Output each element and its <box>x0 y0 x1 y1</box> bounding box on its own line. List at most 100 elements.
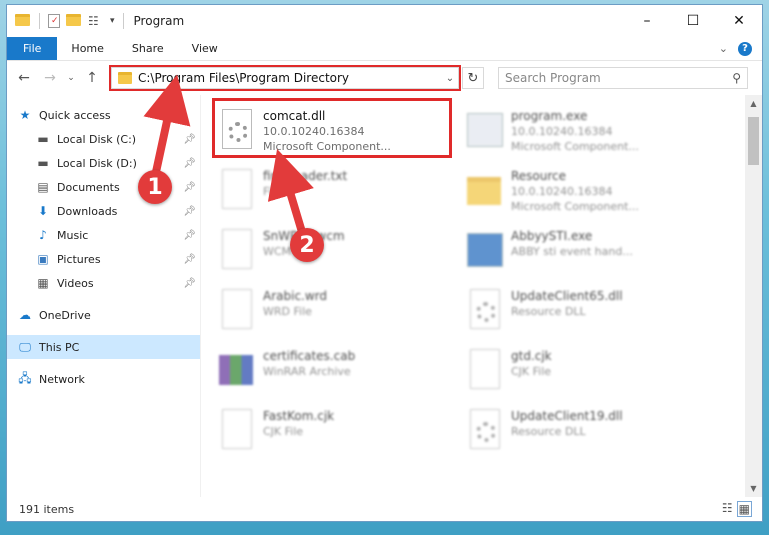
sidebar-item-quick-access[interactable]: ★ Quick access <box>7 103 200 127</box>
video-icon: ▦ <box>37 276 49 290</box>
pin-icon[interactable]: 📌︎ <box>183 158 196 169</box>
sidebar-item-music[interactable]: ♪ Music 📌︎ <box>7 223 200 247</box>
view-options-icon[interactable]: ☷ <box>88 14 104 28</box>
file-type: CJK File <box>511 365 552 378</box>
file-tile[interactable]: Resource 10.0.10240.16384 Microsoft Comp… <box>463 161 711 221</box>
address-path: C:\Program Files\Program Directory <box>138 71 350 85</box>
navigation-bar: ← → ⌄ ↑ C:\Program Files\Program Directo… <box>7 61 762 95</box>
drive-icon: ▬ <box>37 132 49 146</box>
new-folder-icon[interactable] <box>66 14 82 28</box>
file-type: File <box>263 185 282 198</box>
item-count: 191 items <box>19 502 75 516</box>
scroll-thumb[interactable] <box>748 117 759 165</box>
file-name: certificates.cab <box>263 349 356 363</box>
pin-icon[interactable]: 📌︎ <box>183 254 196 265</box>
sidebar-item-pictures[interactable]: ▣ Pictures 📌︎ <box>7 247 200 271</box>
scroll-up-icon[interactable]: ▲ <box>745 99 762 108</box>
tab-file[interactable]: File <box>7 37 58 60</box>
details-view-icon[interactable]: ☷ <box>722 501 733 517</box>
sidebar-item-downloads[interactable]: ⬇ Downloads 📌︎ <box>7 199 200 223</box>
file-tile[interactable]: fineReader.txt File <box>215 161 463 221</box>
file-tile[interactable]: FastKom.cjk CJK File <box>215 401 463 461</box>
title-bar: ✓ ☷ ▾ Program – ☐ ✕ <box>7 5 762 37</box>
exe-file-icon <box>467 229 503 273</box>
file-name: program.exe <box>511 109 588 123</box>
help-icon[interactable]: ? <box>738 41 752 56</box>
pin-icon[interactable]: 📌︎ <box>183 182 196 193</box>
dll-file-icon <box>219 109 255 153</box>
vertical-scrollbar[interactable]: ▲ ▼ <box>745 95 762 497</box>
sidebar-item-local-disk-d[interactable]: ▬ Local Disk (D:) 📌︎ <box>7 151 200 175</box>
file-icon <box>219 409 255 453</box>
file-tile[interactable]: UpdateClient65.dll Resource DLL <box>463 281 711 341</box>
ribbon-tabs: File Home Share View ⌄ ? <box>7 37 762 61</box>
file-name: Resource <box>511 169 567 183</box>
file-name: AbbyySTI.exe <box>511 229 593 243</box>
file-tile[interactable]: SnWP12.wcm WCM File <box>215 221 463 281</box>
customize-dropdown-icon[interactable]: ▾ <box>110 16 115 26</box>
drive-icon: ▬ <box>37 156 49 170</box>
file-name: fineReader.txt <box>263 169 348 183</box>
scroll-down-icon[interactable]: ▼ <box>745 484 762 493</box>
file-tile[interactable]: AbbyySTI.exe ABBY sti event hand... <box>463 221 711 281</box>
tab-view[interactable]: View <box>178 37 232 60</box>
tab-share[interactable]: Share <box>118 37 178 60</box>
dll-file-icon <box>467 409 503 453</box>
computer-icon: 🖵︎ <box>19 339 31 354</box>
refresh-button[interactable]: ↻ <box>462 67 484 89</box>
tab-home[interactable]: Home <box>57 37 117 60</box>
folder-icon <box>118 72 132 84</box>
close-button[interactable]: ✕ <box>716 5 762 37</box>
star-icon: ★ <box>19 108 31 122</box>
network-icon: 🖧︎ <box>18 370 32 385</box>
file-name: UpdateClient19.dll <box>511 409 623 423</box>
quick-access-toolbar: ✓ ☷ ▾ <box>7 13 126 29</box>
file-tile[interactable]: program.exe 10.0.10240.16384 Microsoft C… <box>463 101 711 161</box>
properties-icon[interactable]: ✓ <box>48 14 60 28</box>
sidebar-item-network[interactable]: 🖧︎ Network <box>7 367 200 391</box>
pin-icon[interactable]: 📌︎ <box>183 134 196 145</box>
music-icon: ♪ <box>39 228 47 242</box>
up-button[interactable]: ↑ <box>81 67 103 89</box>
file-name: comcat.dll <box>263 109 326 123</box>
sidebar-item-videos[interactable]: ▦ Videos 📌︎ <box>7 271 200 295</box>
file-description: Microsoft Component... <box>511 200 639 213</box>
file-version: 10.0.10240.16384 <box>511 125 613 138</box>
file-type: WinRAR Archive <box>263 365 351 378</box>
pin-icon[interactable]: 📌︎ <box>183 230 196 241</box>
search-placeholder: Search Program <box>505 71 601 85</box>
tiles-view-icon[interactable]: ▦ <box>736 501 752 517</box>
file-version: 10.0.10240.16384 <box>263 125 365 138</box>
forward-button[interactable]: → <box>39 67 61 89</box>
maximize-button[interactable]: ☐ <box>670 5 716 37</box>
sidebar-item-this-pc[interactable]: 🖵︎ This PC <box>7 335 200 359</box>
pin-icon[interactable]: 📌︎ <box>183 278 196 289</box>
file-tile[interactable]: gtd.cjk CJK File <box>463 341 711 401</box>
recent-locations-icon[interactable]: ⌄ <box>65 67 77 89</box>
status-bar: 191 items ☷ ▦ <box>7 497 762 521</box>
file-icon <box>467 349 503 393</box>
file-icon <box>219 229 255 273</box>
address-bar[interactable]: C:\Program Files\Program Directory ⌄ <box>109 65 461 91</box>
back-button[interactable]: ← <box>13 67 35 89</box>
window-title: Program <box>133 14 185 28</box>
expand-ribbon-icon[interactable]: ⌄ <box>719 42 728 55</box>
callout-step-1: 1 <box>138 170 172 204</box>
file-icon <box>219 289 255 333</box>
search-input[interactable]: Search Program ⚲ <box>498 67 748 89</box>
file-tile[interactable]: Arabic.wrd WRD File <box>215 281 463 341</box>
file-type: CJK File <box>263 425 304 438</box>
file-tile[interactable]: comcat.dll 10.0.10240.16384 Microsoft Co… <box>212 98 463 161</box>
address-dropdown-icon[interactable]: ⌄ <box>442 73 458 84</box>
file-version: 10.0.10240.16384 <box>511 185 613 198</box>
file-name: UpdateClient65.dll <box>511 289 623 303</box>
file-tile[interactable]: certificates.cab WinRAR Archive <box>215 341 463 401</box>
file-description: Microsoft Component... <box>263 140 391 153</box>
file-tile[interactable]: UpdateClient19.dll Resource DLL <box>463 401 711 461</box>
file-name: FastKom.cjk <box>263 409 335 423</box>
sidebar-item-local-disk-c[interactable]: ▬ Local Disk (C:) 📌︎ <box>7 127 200 151</box>
minimize-button[interactable]: – <box>624 5 670 37</box>
pin-icon[interactable]: 📌︎ <box>183 206 196 217</box>
sidebar-item-onedrive[interactable]: ☁ OneDrive <box>7 303 200 327</box>
file-name: gtd.cjk <box>511 349 552 363</box>
